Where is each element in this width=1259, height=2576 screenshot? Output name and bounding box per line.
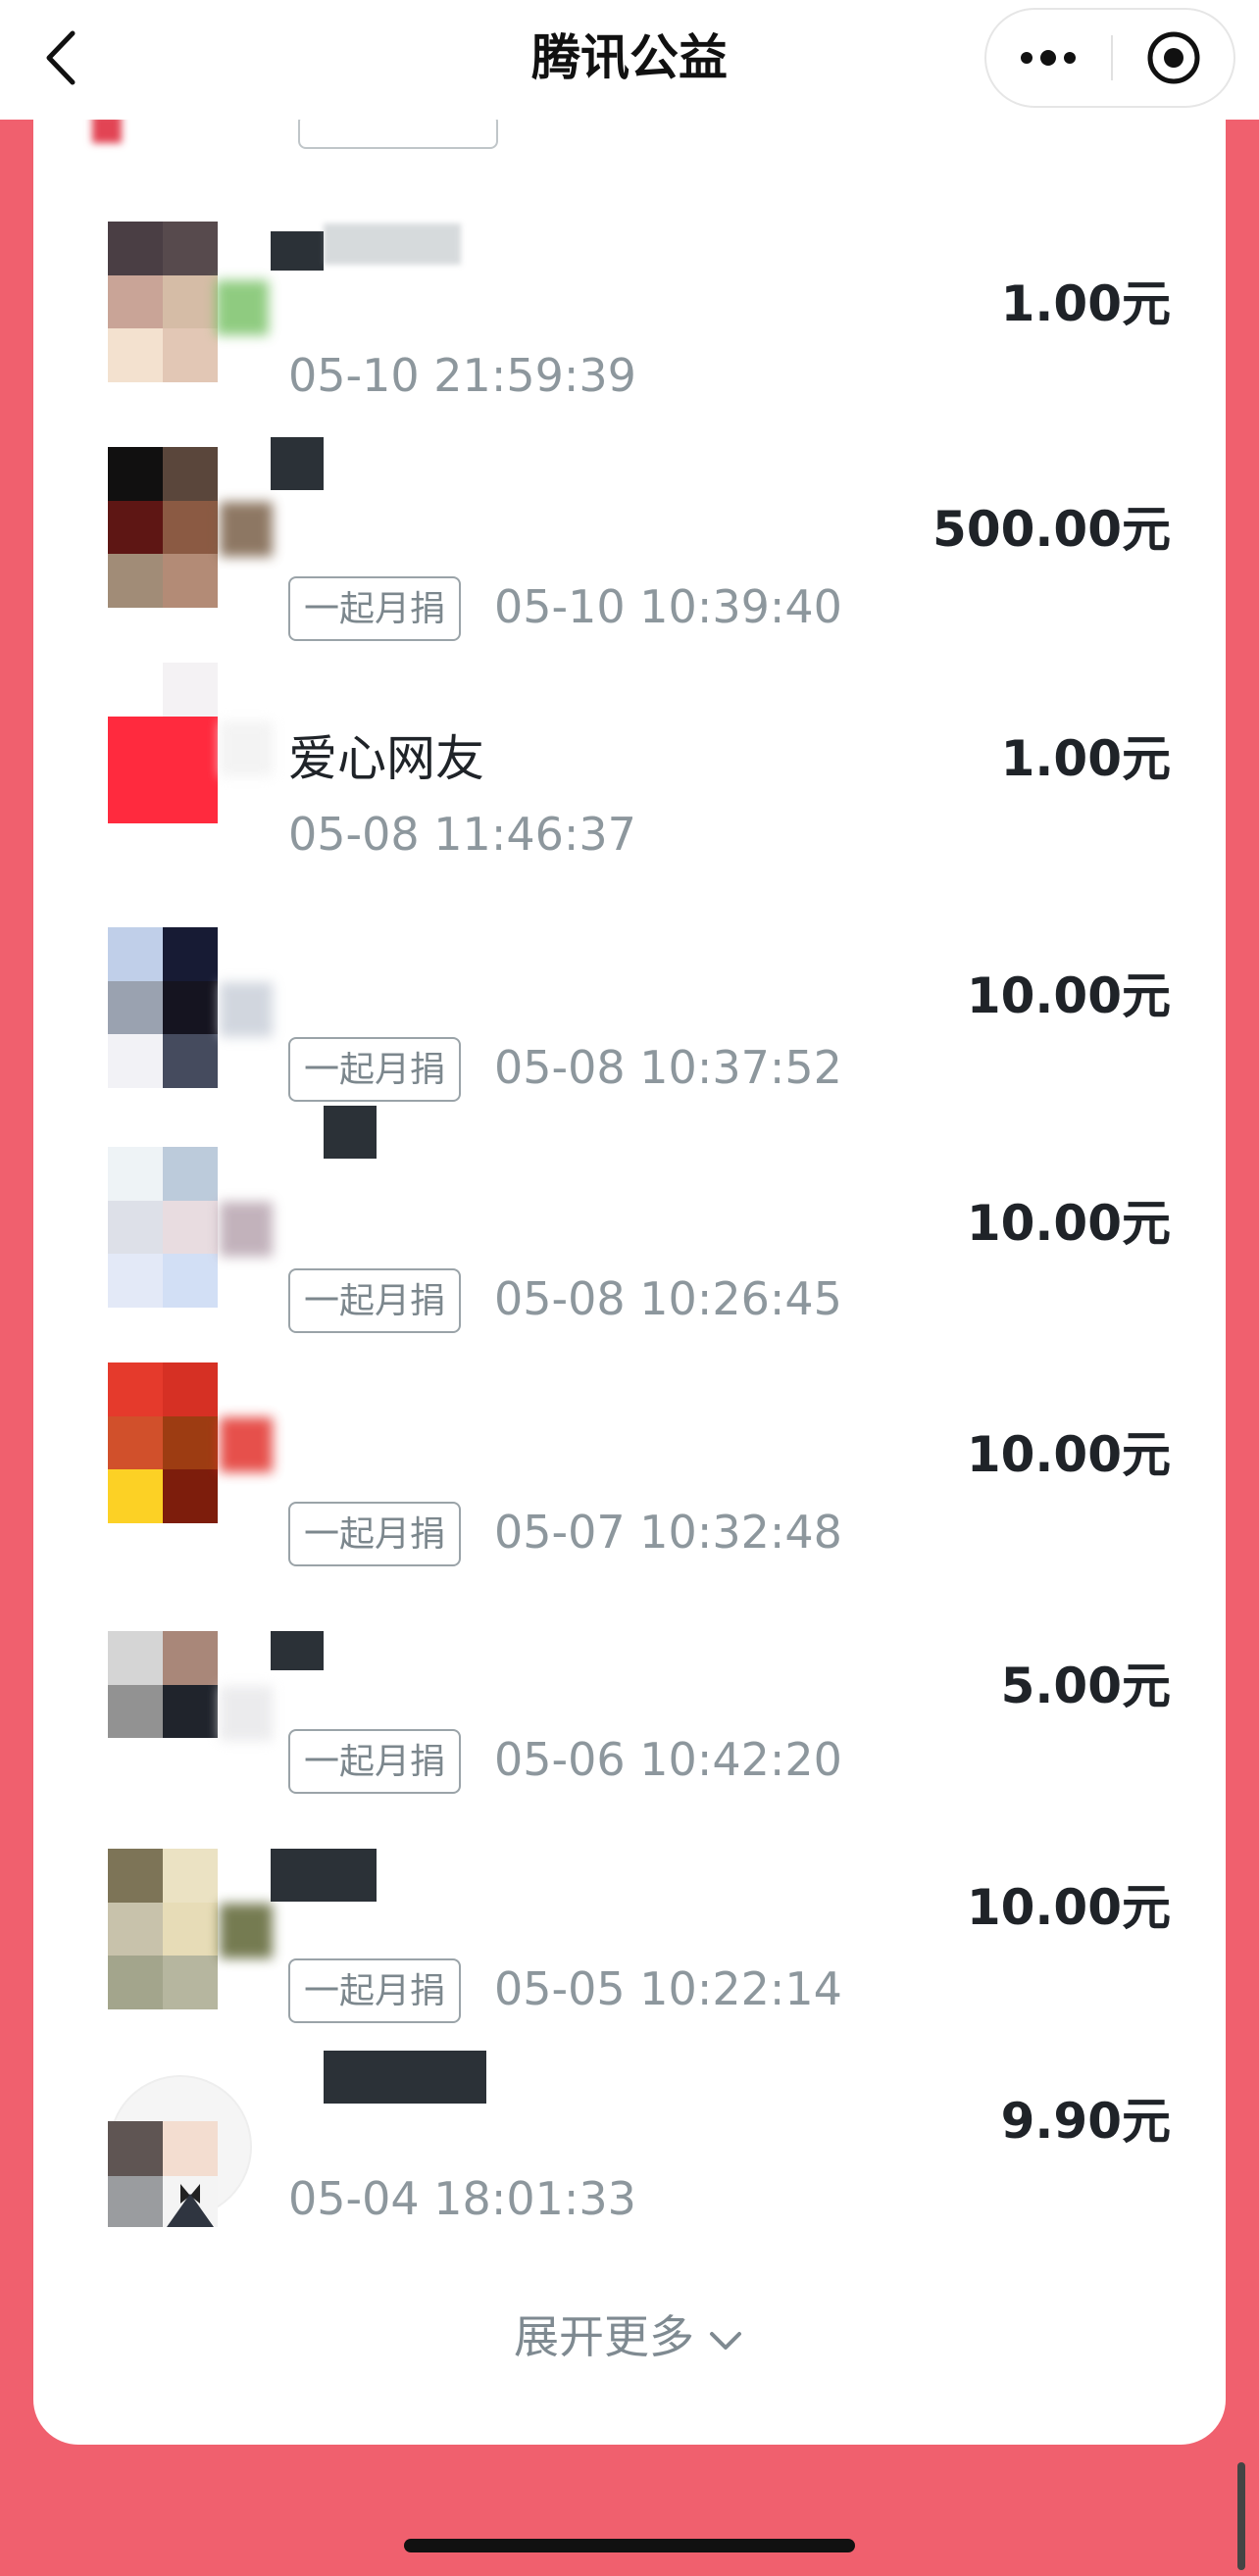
navigation-bar: 腾讯公益 [0,0,1259,120]
donation-time: 05-10 21:59:39 [288,349,636,402]
avatar [108,1362,218,1523]
avatar-edge [220,982,273,1037]
monthly-donation-tag: 一起月捐 [288,1729,462,1794]
list-item[interactable]: 9.90元 05-04 18:01:33 [33,2051,1226,2298]
more-dots-icon[interactable] [986,10,1110,106]
donation-time: 05-08 10:37:52 [494,1041,842,1094]
avatar [108,927,218,1088]
miniprogram-capsule [984,8,1235,108]
list-item[interactable]: 爱心网友 1.00元 05-08 11:46:37 [33,663,1226,894]
name-redacted [324,1106,377,1159]
donation-amount: 10.00元 [966,1195,1171,1252]
donation-amount: 500.00元 [932,501,1171,558]
expand-more-label: 展开更多 [514,2310,694,2363]
list-item[interactable]: 10.00元 一起月捐 05-07 10:32:48 [33,1362,1226,1594]
expand-more-button[interactable]: 展开更多 [33,2302,1226,2366]
donation-amount: 10.00元 [966,1426,1171,1483]
donation-time: 05-05 10:22:14 [494,1962,842,2015]
donation-time: 05-08 11:46:37 [288,808,636,861]
list-item[interactable]: 5.00元 一起月捐 05-06 10:42:20 [33,1631,1226,1862]
list-item[interactable]: 10.00元 一起月捐 05-05 10:22:14 [33,1849,1226,2080]
donation-time: 05-08 10:26:45 [494,1272,842,1325]
monthly-donation-tag: 一起月捐 [288,1268,462,1333]
avatar [108,447,218,608]
donor-name: 爱心网友 [288,730,484,787]
name-redacted [271,1849,377,1902]
chevron-down-icon [694,2310,745,2363]
avatar-edge [216,280,269,335]
avatar [108,1631,218,1792]
monthly-donation-tag: 一起月捐 [288,1037,462,1102]
avatar-edge [220,1904,273,1958]
donation-amount: 5.00元 [1000,1658,1171,1714]
avatar-edge [220,721,273,776]
avatar [108,2066,253,2227]
avatar [108,1849,218,2009]
donation-amount: 1.00元 [1000,275,1171,332]
donation-time: 05-06 10:42:20 [494,1733,842,1786]
avatar [108,1147,218,1308]
list-item[interactable]: 10.00元 一起月捐 05-08 10:37:52 [33,927,1226,1159]
name-blurred [324,223,461,265]
avatar-edge [220,502,273,557]
avatar-edge [220,1417,273,1472]
monthly-donation-tag: 一起月捐 [288,576,462,641]
avatar [108,663,218,823]
list-item[interactable]: 1.00元 05-10 21:59:39 [33,222,1226,453]
donation-amount: 10.00元 [966,967,1171,1024]
monthly-donation-tag: 一起月捐 [288,1502,462,1566]
donation-amount: 1.00元 [1000,730,1171,787]
donation-time: 05-04 18:01:33 [288,2172,636,2225]
donation-time: 05-10 10:39:40 [494,580,842,633]
name-redacted [271,231,324,271]
avatar [108,222,218,382]
donation-list-card: 1.00元 05-10 21:59:39 500.00元 一起月捐 05-10 … [33,39,1226,2445]
donation-time: 05-07 10:32:48 [494,1506,842,1559]
monthly-donation-tag: 一起月捐 [288,1958,462,2023]
list-item[interactable]: 10.00元 一起月捐 05-08 10:26:45 [33,1106,1226,1378]
donation-amount: 10.00元 [966,1879,1171,1936]
target-circle-icon[interactable] [1114,10,1234,106]
scrollbar[interactable] [1237,2462,1245,2570]
name-redacted [271,437,324,490]
avatar-edge [220,1686,273,1741]
donation-amount: 9.90元 [1000,2093,1171,2150]
name-redacted [324,2051,486,2104]
home-indicator[interactable] [404,2539,855,2552]
capsule-divider [1111,35,1113,80]
avatar-edge [220,1202,273,1257]
name-redacted [271,1631,324,1670]
list-item[interactable]: 500.00元 一起月捐 05-10 10:39:40 [33,437,1226,678]
